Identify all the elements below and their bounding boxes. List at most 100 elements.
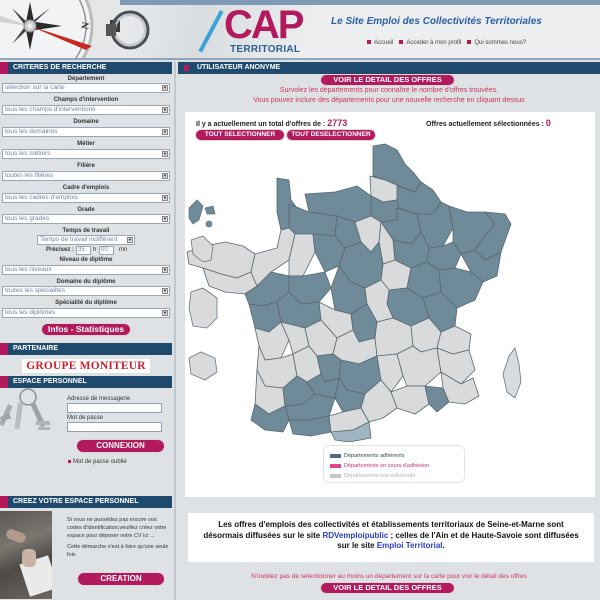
left-sidebar: CRITERES DE RECHERCHE Département sélect…: [0, 62, 176, 600]
anonymous-user-title: UTILISATEUR ANONYME: [197, 64, 281, 71]
create-space-description: Si vous ne possédez pas encore vos codes…: [67, 517, 167, 539]
notice-text: .: [442, 541, 445, 550]
legend-label: Départements en cours d'adhésion: [344, 463, 430, 469]
dropdown-arrow-icon: ▼: [162, 107, 168, 113]
forgot-password-link[interactable]: Mot de passe oublié: [68, 459, 127, 465]
sector-select[interactable]: toutes les filières ▼: [2, 171, 170, 181]
diploma-specialty-label: Spécialité du diplôme: [55, 300, 117, 306]
site-tagline: Le Site Emploi des Collectivités Territo…: [331, 16, 542, 27]
section-marker: [0, 343, 8, 355]
bullet-icon: [399, 40, 404, 45]
view-offers-button-top[interactable]: VOIR LE DETAIL DES OFFRES: [321, 75, 454, 85]
email-field[interactable]: [67, 403, 162, 413]
dept-reunion[interactable]: [188, 351, 218, 381]
department-select[interactable]: sélection sur la carte ▼: [2, 83, 170, 93]
create-account-button[interactable]: CREATION: [78, 573, 164, 585]
legend-item-pending: Départements en cours d'adhésion: [330, 463, 429, 469]
total-offers: Il y a actuellement un total d'offres de…: [196, 118, 347, 128]
dropdown-arrow-icon: ▼: [127, 237, 133, 243]
dept-vaucluse-bdr[interactable]: [390, 385, 430, 415]
top-navigation: Accueil Acceder à mon profil Qui sommes …: [367, 40, 526, 46]
nav-about-label: Qui sommes nous?: [474, 40, 527, 46]
site-header: N CAP TERRITORIAL Le Site Emploi des Col…: [0, 0, 600, 60]
minutes-unit: mn: [119, 247, 128, 253]
dept-isere-drome[interactable]: [396, 345, 442, 387]
domain-select-value: tous les domaines: [5, 128, 58, 135]
total-offers-label: Il y a actuellement un total d'offres de…: [196, 121, 326, 128]
bottom-hint: N'oubliez pas de sélectionner au moins u…: [251, 573, 527, 580]
grade-select[interactable]: tous les grades ▼: [2, 214, 170, 224]
dept-guyane[interactable]: [188, 287, 218, 329]
select-all-button[interactable]: TOUT SELECTIONNER: [196, 130, 284, 140]
nav-home[interactable]: Accueil: [367, 40, 393, 46]
nav-about[interactable]: Qui sommes nous?: [467, 40, 526, 46]
hours-unit: h: [93, 247, 97, 253]
legend-swatch: [330, 464, 341, 468]
rdvemploipublic-link[interactable]: RDVemploipublic: [322, 531, 388, 540]
partner-header: PARTENAIRE: [0, 343, 172, 355]
intervention-select[interactable]: tous les champs d'interventions ▼: [2, 105, 170, 115]
grade-label: Grade: [77, 207, 95, 213]
email-label: Adresse de messagerie: [67, 396, 131, 402]
create-space-title: CREEZ VOTRE ESPACE PERSONNEL: [13, 498, 139, 505]
intervention-select-value: tous les champs d'interventions: [5, 106, 96, 113]
forgot-password-label: Mot de passe oublié: [73, 459, 127, 465]
groupe-moniteur-logo[interactable]: GROUPE MONITEUR: [22, 359, 150, 373]
deselect-all-button[interactable]: TOUT DESELECTIONNER: [287, 130, 375, 140]
login-button[interactable]: CONNEXION: [77, 440, 164, 452]
main-content: UTILISATEUR ANONYME VOIR LE DETAIL DES O…: [178, 62, 600, 600]
notice-box: Les offres d'emplois des collectivités e…: [188, 513, 594, 562]
view-offers-button-bottom[interactable]: VOIR LE DETAIL DES OFFRES: [321, 583, 454, 593]
emploi-territorial-link[interactable]: Emploi Territorial: [377, 541, 443, 550]
employment-frame-select-value: tous les cadres d'emplois: [5, 194, 78, 201]
hours-input[interactable]: 35: [76, 246, 91, 255]
password-field[interactable]: [67, 422, 162, 432]
dropdown-arrow-icon: ▼: [162, 85, 168, 91]
intervention-label: Champs d'intervention: [53, 97, 119, 103]
grade-select-value: tous les grades: [5, 215, 50, 222]
dept-corse[interactable]: [502, 347, 522, 399]
legend-label: Départements adhérents: [344, 453, 405, 459]
domain-select[interactable]: tous les domaines ▼: [2, 127, 170, 137]
sector-label: Filière: [77, 163, 95, 169]
search-criteria-title: CRITERES DE RECHERCHE: [13, 64, 107, 71]
dept-guadeloupe[interactable]: [188, 199, 216, 225]
map-legend: Départements adhérents Départements en c…: [323, 445, 465, 483]
password-label: Mot de passe: [67, 415, 104, 421]
logo-sub-text: TERRITORIAL: [230, 44, 301, 55]
cap-territorial-logo[interactable]: CAP TERRITORIAL: [198, 3, 320, 56]
ring-illustration: [106, 10, 150, 50]
sector-select-value: toutes les filières: [5, 172, 54, 179]
anonymous-user-header: UTILISATEUR ANONYME: [178, 62, 600, 74]
department-label: Département: [67, 76, 105, 82]
logo-main-text: CAP: [224, 3, 304, 47]
legend-swatch: [330, 474, 341, 478]
employment-frame-select[interactable]: tous les cadres d'emplois ▼: [2, 193, 170, 203]
hover-hint: Survolez les départements pour connaître…: [279, 87, 499, 94]
selected-offers-value: 0: [545, 118, 551, 128]
work-time-label: Temps de travail: [62, 228, 110, 234]
personal-space-title: ESPACE PERSONNEL: [13, 378, 87, 385]
dept-marie-galante[interactable]: [205, 220, 213, 228]
dropdown-arrow-icon: ▼: [162, 129, 168, 135]
nav-profile[interactable]: Acceder à mon profil: [399, 40, 461, 46]
job-select[interactable]: tous les métiers ▼: [2, 149, 170, 159]
france-departments-map[interactable]: [185, 142, 595, 442]
diploma-level-select[interactable]: tous les niveaux ▼: [2, 265, 170, 275]
bullet-icon: [467, 40, 472, 45]
bullet-icon: [367, 40, 371, 45]
work-time-select[interactable]: Temps de travail indifférent ▼: [37, 235, 135, 245]
signing-document-photo: [0, 511, 52, 599]
diploma-level-label: Niveau de diplôme: [59, 257, 113, 263]
diploma-domain-select[interactable]: toutes les spécialités ▼: [2, 286, 170, 296]
dropdown-arrow-icon: ▼: [162, 267, 168, 273]
stats-button[interactable]: Infos - Statistiques: [42, 324, 130, 335]
dropdown-arrow-icon: ▼: [162, 310, 168, 316]
precise-label: Précisez :: [46, 247, 75, 253]
total-offers-value: 2773: [327, 118, 348, 128]
minutes-input[interactable]: 00: [99, 246, 114, 255]
work-time-select-value: Temps de travail indifférent: [40, 236, 118, 243]
click-hint: Vous pouvez inclure des départements pou…: [253, 97, 525, 104]
job-select-value: tous les métiers: [5, 150, 51, 157]
diploma-specialty-select[interactable]: tous les diplômes ▼: [2, 308, 170, 318]
